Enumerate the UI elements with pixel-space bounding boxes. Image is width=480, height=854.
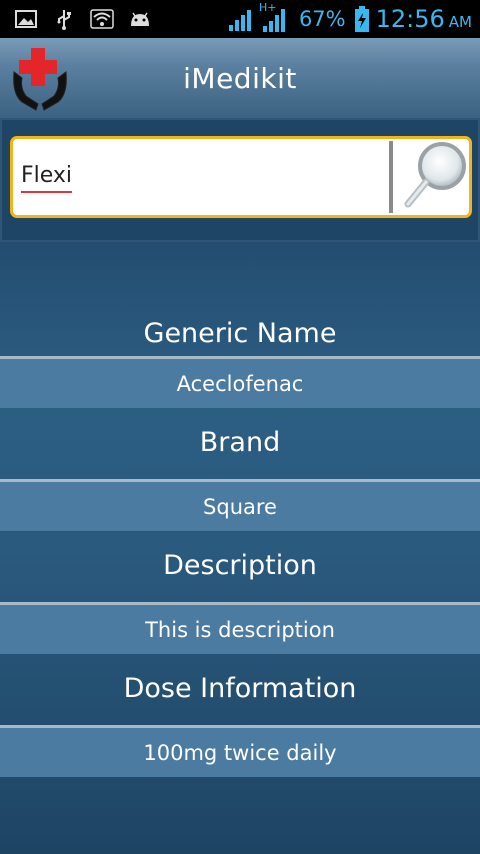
signal-icon: H+	[258, 1, 291, 34]
search-divider	[389, 141, 393, 213]
generic-name-heading: Generic Name	[143, 318, 337, 349]
battery-charging-icon	[354, 5, 370, 33]
signal-icon	[227, 5, 257, 33]
app-header: iMedikit	[0, 38, 480, 118]
wifi-icon	[90, 8, 114, 30]
generic-name-value: Aceclofenac	[0, 359, 480, 408]
magnifier-icon	[402, 140, 468, 214]
search-box: Flexi	[10, 136, 472, 218]
brand-value: Square	[0, 482, 480, 531]
search-area: Flexi	[0, 118, 480, 242]
description-value: This is description	[0, 605, 480, 654]
clock-ampm: AM	[448, 13, 472, 31]
medicine-details: Generic Name Aceclofenac Brand Square De…	[0, 242, 480, 854]
system-status: H+ 67% 12:56 AM	[227, 1, 472, 34]
description-heading: Description	[163, 550, 317, 581]
network-type-label: H+	[258, 1, 277, 14]
battery-percent: 67%	[298, 7, 346, 31]
app-title: iMedikit	[183, 61, 297, 95]
clock-time: 12:56	[375, 5, 445, 33]
brand-heading: Brand	[199, 427, 281, 458]
android-icon	[128, 8, 152, 30]
dose-information-heading: Dose Information	[123, 673, 357, 704]
search-query-text: Flexi	[21, 162, 73, 193]
usb-icon	[52, 8, 76, 30]
dose-information-value: 100mg twice daily	[0, 728, 480, 777]
search-input[interactable]: Flexi	[21, 157, 381, 197]
notification-icons	[14, 8, 152, 30]
gallery-icon	[14, 8, 38, 30]
status-bar: H+ 67% 12:56 AM	[0, 0, 480, 38]
search-button[interactable]	[399, 139, 471, 215]
